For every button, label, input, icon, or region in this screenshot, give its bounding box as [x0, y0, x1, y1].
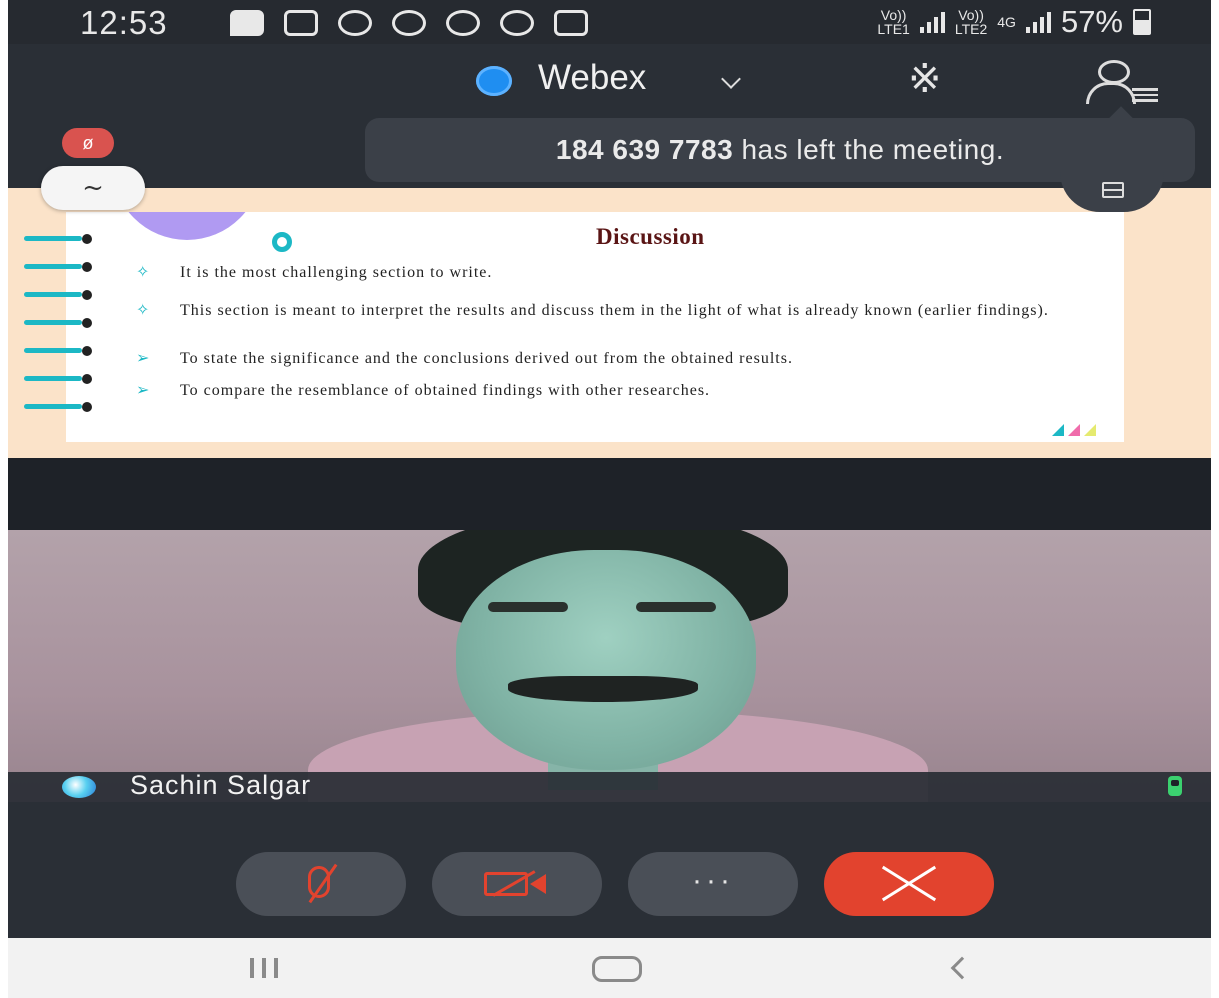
webex-avatar-icon [62, 776, 96, 798]
chevron-down-icon[interactable] [721, 69, 741, 89]
status-bar: 12:53 Vo)) LTE1 Vo)) LTE2 4G 57% [8, 0, 1211, 44]
app-icon-2 [500, 10, 534, 36]
app-icon [338, 10, 372, 36]
bluetooth-icon[interactable]: ※ [908, 56, 942, 102]
unmute-button[interactable] [236, 852, 406, 916]
participant-name: Sachin Salgar [130, 770, 312, 800]
slide-bullet: ✧ This section is meant to interpret the… [136, 302, 1100, 319]
secure-shield-icon[interactable] [476, 66, 512, 96]
video-off-icon [484, 872, 528, 896]
participant-video[interactable] [8, 530, 1211, 802]
content-spacer [8, 458, 1211, 530]
instagram-icon [284, 10, 318, 36]
slide-bullet: ➢ To compare the resemblance of obtained… [136, 382, 1100, 399]
more-icon: ··· [692, 864, 734, 897]
toast-message: has left the meeting. [741, 134, 1005, 165]
participants-icon[interactable] [1086, 60, 1162, 106]
microphone-off-icon [308, 866, 330, 898]
app-title[interactable]: Webex [538, 58, 646, 98]
gallery-icon [554, 10, 588, 36]
bullet-marker: ✧ [136, 302, 151, 319]
tools-icon [392, 10, 426, 36]
bullet-marker: ➢ [136, 350, 151, 367]
sim1-label: Vo)) LTE1 [877, 7, 910, 37]
slide-triangles-decoration [1052, 424, 1096, 436]
sim2-label: Vo)) LTE2 [954, 7, 988, 37]
meeting-header: Webex ※ [8, 44, 1211, 116]
slide-title: Discussion [596, 224, 705, 249]
bullet-text: This section is meant to interpret the r… [180, 302, 1049, 319]
whatsapp-icon [446, 10, 480, 36]
slide-decoration [112, 212, 262, 240]
bullet-marker: ✧ [136, 264, 151, 281]
bullet-text: It is the most challenging section to wr… [180, 264, 493, 281]
battery-icon [1133, 9, 1151, 35]
layout-icon [1102, 182, 1124, 198]
bullet-text: To state the significance and the conclu… [180, 350, 793, 367]
slide-ring-decoration [272, 232, 292, 252]
bullet-marker: ➢ [136, 382, 151, 399]
shared-slide: Discussion ✧ It is the most challenging … [66, 212, 1124, 442]
recent-apps-icon[interactable] [250, 958, 278, 978]
message-icon [230, 10, 264, 36]
leave-meeting-button[interactable] [824, 852, 994, 916]
signal-icon-2 [1025, 11, 1051, 33]
signal-icon [919, 11, 945, 33]
slide-bullet: ➢ To state the significance and the conc… [136, 350, 1100, 367]
start-video-button[interactable] [432, 852, 602, 916]
call-controls [8, 802, 1211, 938]
toast-participant: 184 639 7783 [555, 134, 734, 165]
network-label: 4G [997, 14, 1016, 30]
slide-bullet: ✧ It is the most challenging section to … [136, 264, 1100, 281]
status-right: Vo)) LTE1 Vo)) LTE2 4G 57% [877, 4, 1151, 40]
webex-meeting-screen: 12:53 Vo)) LTE1 Vo)) LTE2 4G 57% Webex ※ [8, 0, 1211, 998]
presenter-muted-icon: ø [62, 128, 114, 158]
network-quality-icon [1168, 776, 1182, 796]
home-icon[interactable] [592, 956, 642, 982]
system-navigation-bar [8, 938, 1211, 998]
back-icon[interactable] [950, 956, 974, 980]
notification-icons [230, 10, 588, 36]
more-options-button[interactable]: ··· [628, 852, 798, 916]
status-time: 12:53 [80, 4, 168, 41]
annotate-button[interactable]: ~ [41, 166, 145, 210]
bullet-text: To compare the resemblance of obtained f… [180, 382, 711, 399]
battery-percent: 57% [1060, 4, 1123, 39]
